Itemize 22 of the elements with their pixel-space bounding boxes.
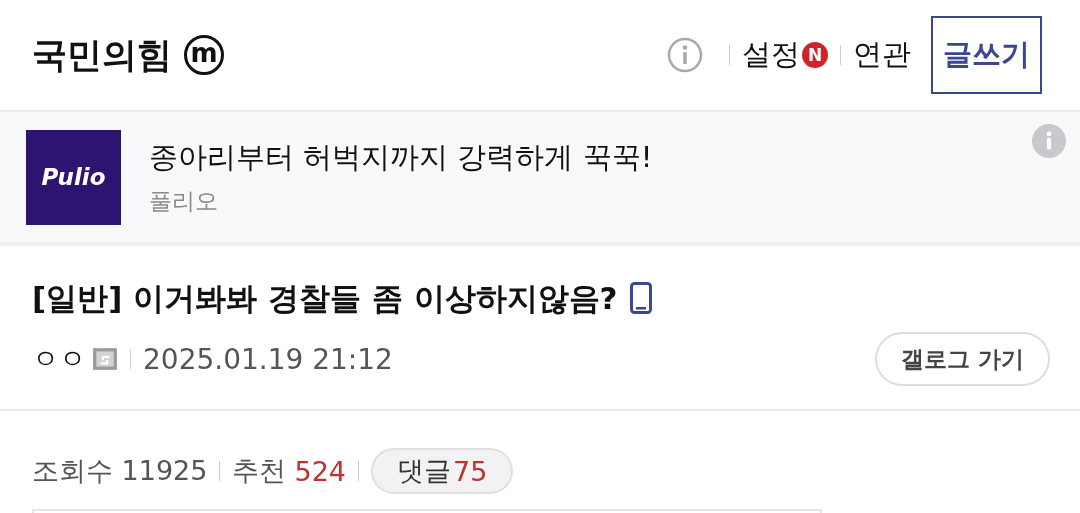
related-link[interactable]: 연관 — [853, 35, 911, 75]
author-name[interactable]: ㅇㅇ — [32, 341, 86, 377]
gallery-title: 국민의힘 — [32, 33, 172, 77]
recommend-count: 524 — [294, 455, 347, 487]
view-count: 조회수 11925 — [32, 454, 208, 488]
post-date: 2025.01.19 21:12 — [143, 342, 393, 376]
write-button[interactable]: 글쓰기 — [931, 16, 1042, 94]
new-badge: N — [802, 42, 828, 68]
minor-gallery-badge: m — [184, 35, 224, 75]
advertiser-name: 풀리오 — [149, 186, 219, 216]
comment-button[interactable]: 댓글 75 — [371, 448, 514, 494]
advertiser-logo: Pulio — [26, 129, 121, 225]
info-icon[interactable] — [1032, 124, 1066, 158]
mobile-icon — [629, 282, 652, 314]
ad-title: 종아리부터 허벅지까지 강력하게 꾹꾹! — [149, 138, 653, 176]
post-title: [일반] 이거봐봐 경찰들 좀 이상하지않음? — [32, 279, 618, 318]
settings-link[interactable]: 설정 — [742, 35, 800, 75]
gallog-button[interactable]: 갤로그 가기 — [875, 332, 1050, 386]
user-icon — [92, 347, 118, 371]
info-icon[interactable] — [667, 37, 703, 73]
ad-banner[interactable]: Pulio 종아리부터 허벅지까지 강력하게 꾹꾹! 풀리오 — [0, 112, 1080, 246]
recommend-label: 추천 — [232, 454, 287, 488]
